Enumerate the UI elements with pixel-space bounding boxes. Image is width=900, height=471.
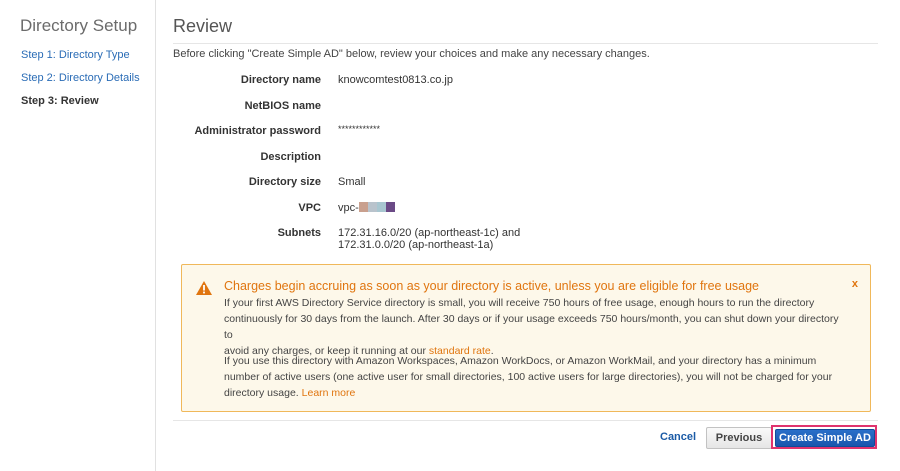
cancel-button[interactable]: Cancel [660, 429, 696, 445]
admin-password-value: ************ [338, 124, 381, 134]
netbios-name-label: NetBIOS name [244, 100, 321, 112]
step-directory-details-link[interactable]: Step 2: Directory Details [21, 72, 140, 84]
warning-paragraph-2: If you use this directory with Amazon Wo… [224, 353, 844, 401]
step-directory-type-link[interactable]: Step 1: Directory Type [21, 49, 130, 61]
warning-title: Charges begin accruing as soon as your d… [224, 279, 760, 293]
vpc-label: VPC [298, 202, 321, 214]
directory-size-value: Small [338, 176, 366, 188]
footer-divider [173, 420, 878, 421]
redaction-block [376, 202, 386, 212]
vpc-prefix: vpc- [338, 202, 359, 214]
warning-triangle-icon [196, 281, 212, 295]
directory-size-label: Directory size [248, 176, 321, 188]
title-divider [173, 43, 878, 44]
warning-text-line: number of active users (one active user … [224, 371, 833, 383]
learn-more-link[interactable]: Learn more [302, 387, 356, 399]
warning-text-line: continuously for 30 days from the launch… [224, 313, 839, 341]
vpc-value: vpc- [338, 202, 395, 214]
step-review-current: Step 3: Review [21, 95, 99, 107]
subnet-line-1: 172.31.16.0/20 (ap-northeast-1c) and [338, 227, 521, 239]
warning-text-line: If you use this directory with Amazon Wo… [224, 355, 817, 367]
create-simple-ad-button[interactable]: Create Simple AD [775, 429, 875, 447]
subnet-line-2: 172.31.0.0/20 (ap-northeast-1a) [338, 239, 494, 251]
description-label: Description [260, 151, 321, 163]
subnets-value: 172.31.16.0/20 (ap-northeast-1c) and 172… [338, 227, 520, 251]
free-usage-warning-box: Charges begin accruing as soon as your d… [181, 264, 871, 412]
close-warning-button[interactable]: x [852, 278, 858, 290]
previous-button[interactable]: Previous [706, 427, 772, 449]
warning-text-line: If your first AWS Directory Service dire… [224, 297, 815, 309]
admin-password-label: Administrator password [194, 125, 321, 137]
review-intro-text: Before clicking "Create Simple AD" below… [173, 48, 650, 60]
warning-text-line: directory usage. Learn more [224, 385, 844, 401]
warning-paragraph-1: If your first AWS Directory Service dire… [224, 295, 844, 359]
page-title: Review [173, 16, 233, 36]
redaction-block [367, 202, 377, 212]
directory-name-value: knowcomtest0813.co.jp [338, 74, 453, 86]
wizard-sidebar: Directory Setup Step 1: Directory Type S… [0, 0, 156, 471]
subnets-label: Subnets [277, 227, 321, 239]
redaction-block [385, 202, 395, 212]
redaction-block [358, 202, 368, 212]
create-button-highlight: Create Simple AD [771, 425, 877, 449]
directory-name-label: Directory name [240, 74, 321, 86]
sidebar-title: Directory Setup [20, 16, 138, 35]
warning-text-segment: directory usage. [224, 387, 299, 399]
